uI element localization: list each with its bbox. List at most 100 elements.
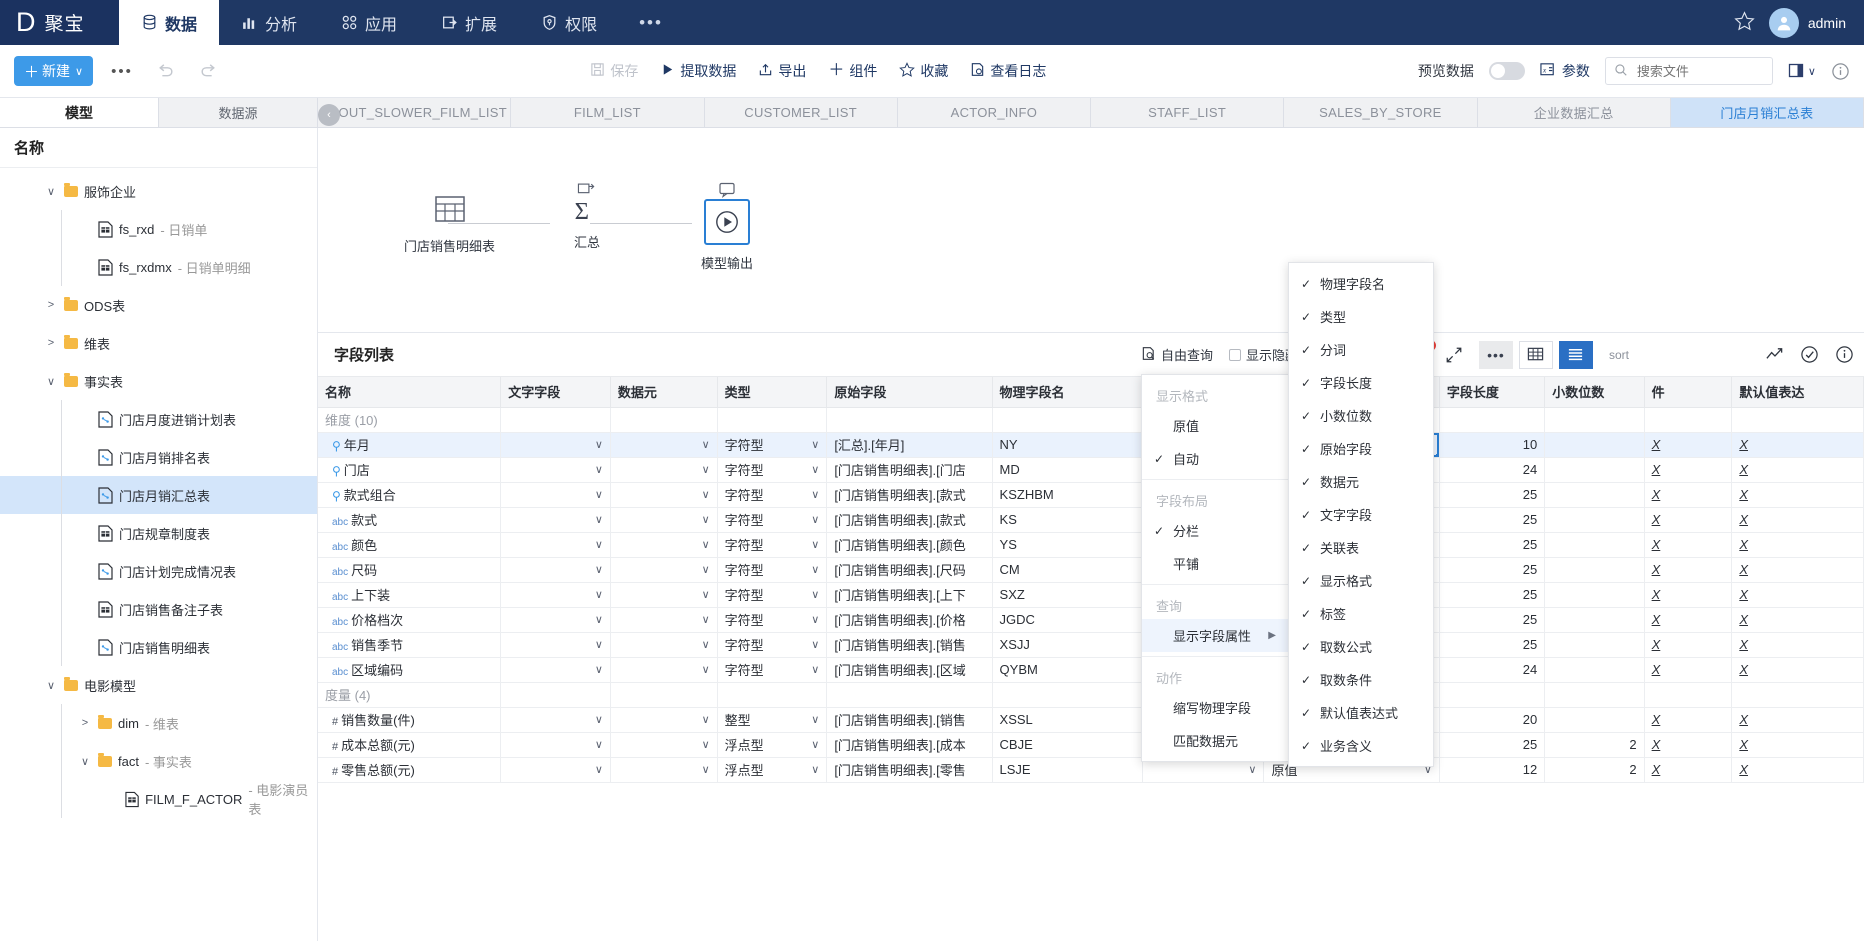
cell-physical-name[interactable]: SXZ	[992, 582, 1144, 608]
cell-value[interactable]: X	[1739, 562, 1748, 577]
cell-text-field[interactable]: ∨	[500, 457, 611, 483]
tabs-scroll-left-button[interactable]: ‹	[318, 104, 340, 126]
view-log-button[interactable]: 查看日志	[970, 61, 1046, 81]
cell-field-name[interactable]: ⚲ 年月	[318, 432, 502, 458]
chevron-down-icon[interactable]: ∨	[595, 588, 603, 601]
table-column-header[interactable]: 数据元	[610, 377, 718, 408]
cell-file[interactable]: X	[1644, 657, 1733, 683]
cell-default-expression[interactable]: X	[1731, 757, 1864, 783]
document-tab[interactable]: STAFF_LIST	[1091, 98, 1285, 127]
table-column-header[interactable]: 小数位数	[1544, 377, 1645, 408]
tree-item[interactable]: FILM_F_ACTOR - 电影演员表	[0, 780, 317, 818]
table-column-header[interactable]: 字段长度	[1439, 377, 1546, 408]
document-tab[interactable]: R_OUT_SLOWER_FILM_LIST	[318, 98, 512, 127]
cell-decimal-places[interactable]	[1544, 657, 1645, 683]
field-attribute-menu-item[interactable]: ✓ 取数公式	[1289, 630, 1433, 663]
cell-field-name[interactable]: abc 上下装	[318, 582, 502, 608]
tree-item[interactable]: ∨ fact - 事实表	[0, 742, 317, 780]
chevron-down-icon[interactable]: ∨	[595, 638, 603, 651]
chevron-down-icon[interactable]: ∨	[595, 488, 603, 501]
cell-value[interactable]: X	[1652, 712, 1661, 727]
chevron-down-icon[interactable]: ∨	[702, 513, 710, 526]
cell-default-expression[interactable]: X	[1731, 707, 1864, 733]
cell-decimal-places[interactable]	[1544, 632, 1645, 658]
cell-original-field[interactable]: [门店销售明细表].[颜色	[826, 532, 993, 558]
cell-field-length[interactable]: 24	[1439, 657, 1546, 683]
cell-physical-name[interactable]: QYBM	[992, 657, 1144, 683]
chevron-down-icon[interactable]: ∨	[702, 588, 710, 601]
chevron-down-icon[interactable]: ∨	[595, 463, 603, 476]
nav-item-analysis[interactable]: 分析	[219, 0, 319, 45]
field-attribute-menu-item[interactable]: ✓ 默认值表达式	[1289, 696, 1433, 729]
chevron-down-icon[interactable]: ∨	[811, 763, 819, 776]
model-canvas[interactable]: 门店销售明细表 Σ 汇总 模型输出	[318, 128, 1864, 333]
preview-data-toggle[interactable]	[1488, 62, 1525, 80]
nav-item-permission[interactable]: 权限	[519, 0, 619, 45]
cell-decimal-places[interactable]	[1544, 582, 1645, 608]
cell-field-length[interactable]: 25	[1439, 557, 1546, 583]
cell-field-name[interactable]: # 零售总额(元)	[318, 757, 502, 783]
chevron-down-icon[interactable]: ∨	[702, 463, 710, 476]
chevron-down-icon[interactable]: ∨	[595, 513, 603, 526]
star-icon[interactable]	[1734, 10, 1755, 35]
cell-type[interactable]: 字符型 ∨	[717, 557, 828, 583]
chevron-down-icon[interactable]: ∨	[702, 613, 710, 626]
cell-field-length[interactable]: 25	[1439, 507, 1546, 533]
cell-text-field[interactable]: ∨	[500, 507, 611, 533]
cell-value[interactable]: X	[1652, 662, 1661, 677]
cell-file[interactable]: X	[1644, 557, 1733, 583]
chevron-down-icon[interactable]: ∨	[702, 663, 710, 676]
cell-type[interactable]: 字符型 ∨	[717, 532, 828, 558]
tree-item[interactable]: 门店计划完成情况表	[0, 552, 317, 590]
cell-text-field[interactable]: ∨	[500, 657, 611, 683]
cell-value[interactable]: X	[1739, 637, 1748, 652]
cell-data-element[interactable]: ∨	[610, 557, 718, 583]
cell-decimal-places[interactable]: 2	[1544, 757, 1645, 783]
field-list-more-button[interactable]: •••	[1478, 340, 1513, 369]
expand-button[interactable]	[1445, 346, 1463, 364]
cell-field-name[interactable]: abc 颜色	[318, 532, 502, 558]
layout-toggle-button[interactable]: ∨	[1788, 62, 1816, 80]
table-row[interactable]: ⚲年月∨∨字符型∨[汇总].[年月]NY∨∨10XX	[318, 432, 1864, 458]
document-tab[interactable]: CUSTOMER_LIST	[705, 98, 898, 127]
cell-field-name[interactable]: ⚲ 门店	[318, 457, 502, 483]
chevron-down-icon[interactable]: ∨	[811, 613, 819, 626]
cell-value[interactable]: X	[1739, 762, 1748, 777]
cell-type[interactable]: 字符型 ∨	[717, 507, 828, 533]
search-input[interactable]	[1634, 62, 1764, 80]
field-attribute-menu-item[interactable]: ✓ 类型	[1289, 300, 1433, 333]
cell-file[interactable]: X	[1644, 757, 1733, 783]
tree-item[interactable]: > ODS表	[0, 286, 317, 324]
cell-text-field[interactable]: ∨	[500, 707, 611, 733]
chevron-down-icon[interactable]: ∨	[811, 713, 819, 726]
table-column-header[interactable]: 文字字段	[500, 377, 611, 408]
canvas-node-output[interactable]: 模型输出	[701, 182, 753, 272]
cell-value[interactable]: X	[1652, 612, 1661, 627]
tree-caret-icon[interactable]: >	[78, 717, 92, 729]
tree-caret-icon[interactable]: ∨	[78, 755, 92, 768]
cell-physical-name[interactable]: KSZHBM	[992, 482, 1144, 508]
field-attribute-menu-item[interactable]: ✓ 小数位数	[1289, 399, 1433, 432]
cell-physical-name[interactable]: MD	[992, 457, 1144, 483]
cell-default-expression[interactable]: X	[1731, 482, 1864, 508]
cell-field-length[interactable]: 25	[1439, 582, 1546, 608]
cell-value[interactable]: X	[1652, 737, 1661, 752]
table-row[interactable]: #销售数量(件)∨∨整型∨[门店销售明细表].[销售XSSL∨原值∨20XX	[318, 707, 1864, 733]
cell-field-length[interactable]: 25	[1439, 632, 1546, 658]
component-button[interactable]: ＋ 组件	[828, 61, 877, 81]
document-tab[interactable]: SALES_BY_STORE	[1284, 98, 1478, 127]
tree-caret-icon[interactable]: ∨	[44, 375, 58, 388]
save-button[interactable]: 保存	[590, 61, 638, 81]
nav-item-data[interactable]: 数据	[119, 0, 220, 45]
cell-value[interactable]: X	[1652, 562, 1661, 577]
cell-field-name[interactable]: abc 销售季节	[318, 632, 502, 658]
extract-data-button[interactable]: 提取数据	[660, 61, 736, 81]
cell-field-length[interactable]: 10	[1439, 432, 1546, 458]
cell-field-name[interactable]: abc 尺码	[318, 557, 502, 583]
cell-field-length[interactable]: 20	[1439, 707, 1546, 733]
cell-field-length[interactable]: 24	[1439, 457, 1546, 483]
chevron-down-icon[interactable]: ∨	[1248, 763, 1256, 776]
trend-button[interactable]	[1765, 345, 1784, 364]
cell-field-length[interactable]: 25	[1439, 607, 1546, 633]
cell-physical-name[interactable]: NY	[992, 432, 1144, 458]
